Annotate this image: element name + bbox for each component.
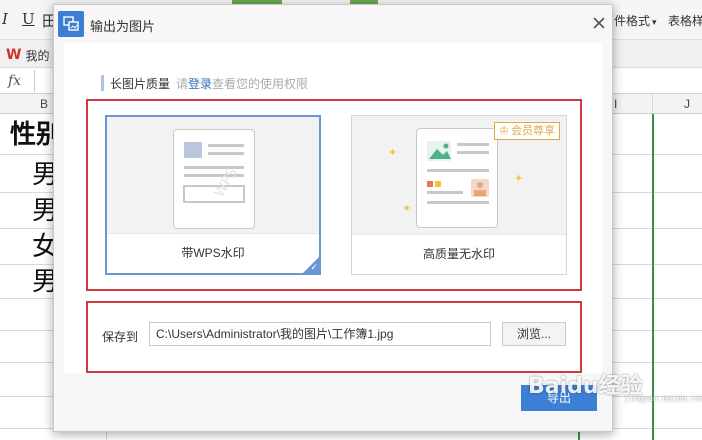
- vip-badge-label: 会员尊享: [511, 125, 555, 137]
- conditional-format-button[interactable]: 件格式 ▾: [614, 12, 657, 29]
- baidu-jingyan-watermark: Baidu经验 jingyan.baidu.com: [528, 360, 702, 410]
- save-to-label: 保存到: [102, 330, 139, 344]
- column-header-b[interactable]: B: [40, 97, 48, 111]
- hq-preview-icon: [416, 128, 498, 228]
- export-image-icon: [58, 11, 84, 37]
- dialog-body: 长图片质量 请登录查看您的使用权限 WPS 带WPS水印 ✓ ✦ ✦ ✦ ♔ 会…: [64, 43, 602, 373]
- option-with-watermark[interactable]: WPS 带WPS水印 ✓: [105, 115, 321, 275]
- wps-watermark-text: WPS: [211, 165, 240, 200]
- document-tab[interactable]: W 我的: [6, 45, 49, 65]
- dialog-title: 输出为图片: [90, 19, 156, 34]
- vip-badge: ♔ 会员尊享: [494, 122, 560, 140]
- italic-button[interactable]: I: [2, 10, 8, 28]
- login-link[interactable]: 登录: [188, 77, 212, 91]
- quality-label: 长图片质量: [110, 76, 171, 91]
- document-tab-label: 我的: [25, 48, 50, 63]
- underline-button[interactable]: U: [22, 10, 35, 28]
- fx-icon[interactable]: fx: [8, 73, 21, 89]
- table-style-button[interactable]: 表格样: [668, 12, 702, 29]
- option-with-watermark-label: 带WPS水印: [107, 233, 319, 273]
- formula-separator: [34, 70, 35, 92]
- quality-section-header: 长图片质量 请登录查看您的使用权限: [101, 75, 308, 91]
- option-no-watermark[interactable]: ✦ ✦ ✦ ♔ 会员尊享 高质量无水印: [351, 115, 567, 275]
- column-header-j[interactable]: J: [684, 97, 690, 111]
- option-no-watermark-label: 高质量无水印: [352, 234, 566, 274]
- check-icon: ✓: [310, 262, 318, 272]
- column-header-i[interactable]: I: [614, 97, 617, 111]
- quality-hint: 请登录查看您的使用权限: [176, 76, 309, 91]
- browse-button[interactable]: 浏览...: [502, 322, 566, 346]
- sparkle-icon: ✦: [514, 173, 524, 185]
- dialog-titlebar[interactable]: 输出为图片: [54, 5, 612, 43]
- sparkle-icon: ✦: [388, 147, 398, 159]
- sparkle-icon: ✦: [402, 203, 412, 215]
- wps-logo-icon: W: [6, 47, 22, 63]
- save-path-input[interactable]: C:\Users\Administrator\我的图片\工作簿1.jpg: [149, 322, 491, 346]
- section-accent-bar: [101, 75, 104, 91]
- crown-icon: ♔: [499, 125, 509, 137]
- watermark-url: jingyan.baidu.com: [624, 394, 702, 403]
- close-icon[interactable]: [590, 14, 608, 32]
- watermark-preview-icon: WPS: [173, 129, 255, 229]
